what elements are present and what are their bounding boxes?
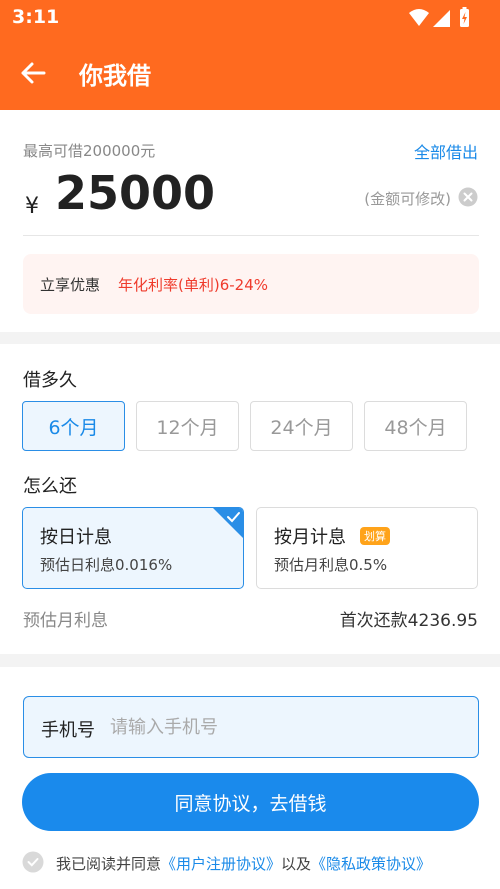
repay-daily-option[interactable]: 按日计息 预估日利息0.016% bbox=[22, 507, 244, 589]
amount-divider bbox=[23, 235, 479, 236]
repay-daily-title: 按日计息 bbox=[40, 527, 112, 548]
status-bar: 3:11 bbox=[0, 0, 500, 36]
borrow-all-link[interactable]: 全部借出 bbox=[414, 139, 478, 163]
wifi-icon bbox=[409, 9, 429, 26]
repay-section-title: 怎么还 bbox=[23, 476, 77, 497]
repay-monthly-option[interactable]: 按月计息 划算 预估月利息0.5% bbox=[256, 507, 478, 589]
agreement-row: 我已阅读并同意《用户注册协议》以及《隐私政策协议》 bbox=[22, 851, 492, 875]
phone-input[interactable] bbox=[110, 710, 460, 744]
phone-field[interactable]: 手机号 bbox=[23, 696, 479, 758]
term-option-48[interactable]: 48个月 bbox=[364, 401, 467, 451]
estimate-label: 预估月利息 bbox=[23, 611, 108, 631]
agree-borrow-button[interactable]: 同意协议，去借钱 bbox=[22, 773, 479, 831]
battery-charging-icon bbox=[460, 7, 469, 27]
promo-rate: 年化利率(单利)6-24% bbox=[118, 276, 269, 294]
amount-card: 最高可借200000元 全部借出 ¥ 25000 (金额可修改) 立享优惠 年化… bbox=[0, 110, 500, 332]
arrow-left-icon[interactable] bbox=[18, 58, 48, 88]
amount-input[interactable]: 25000 bbox=[55, 166, 215, 220]
status-icons bbox=[409, 7, 469, 27]
loan-options-card: 借多久 6个月 12个月 24个月 48个月 怎么还 按日计息 预估日利息0.0… bbox=[0, 344, 500, 654]
term-option-24[interactable]: 24个月 bbox=[250, 401, 353, 451]
privacy-policy-link[interactable]: 《隐私政策协议》 bbox=[311, 855, 431, 873]
value-badge: 划算 bbox=[360, 527, 390, 545]
phone-label: 手机号 bbox=[41, 720, 95, 741]
max-amount-label: 最高可借200000元 bbox=[23, 142, 156, 160]
checkmark-corner-icon bbox=[213, 508, 243, 538]
agree-mid: 以及 bbox=[281, 855, 312, 873]
first-repayment: 首次还款4236.95 bbox=[339, 611, 478, 631]
close-circle-icon[interactable] bbox=[458, 187, 478, 207]
status-time: 3:11 bbox=[12, 6, 60, 28]
repay-monthly-title: 按月计息 bbox=[274, 527, 346, 548]
promo-label: 立享优惠 bbox=[40, 276, 101, 294]
apply-card: 手机号 同意协议，去借钱 我已阅读并同意《用户注册协议》以及《隐私政策协议》 bbox=[0, 667, 500, 889]
term-option-6[interactable]: 6个月 bbox=[22, 401, 125, 451]
amount-hint: (金额可修改) bbox=[364, 190, 451, 208]
term-section-title: 借多久 bbox=[23, 370, 77, 391]
term-option-12[interactable]: 12个月 bbox=[136, 401, 239, 451]
signal-icon bbox=[433, 10, 450, 27]
agreement-text: 我已阅读并同意《用户注册协议》以及《隐私政策协议》 bbox=[56, 853, 431, 874]
repay-monthly-sub: 预估月利息0.5% bbox=[274, 556, 388, 574]
repay-daily-sub: 预估日利息0.016% bbox=[40, 556, 173, 574]
currency-symbol: ¥ bbox=[25, 194, 39, 219]
user-agreement-link[interactable]: 《用户注册协议》 bbox=[161, 855, 281, 873]
app-bar: 你我借 bbox=[0, 36, 500, 110]
agree-prefix: 我已阅读并同意 bbox=[56, 855, 162, 873]
page-title: 你我借 bbox=[79, 62, 151, 90]
promo-banner: 立享优惠 年化利率(单利)6-24% bbox=[23, 254, 479, 314]
agree-checkbox-icon[interactable] bbox=[22, 851, 44, 873]
